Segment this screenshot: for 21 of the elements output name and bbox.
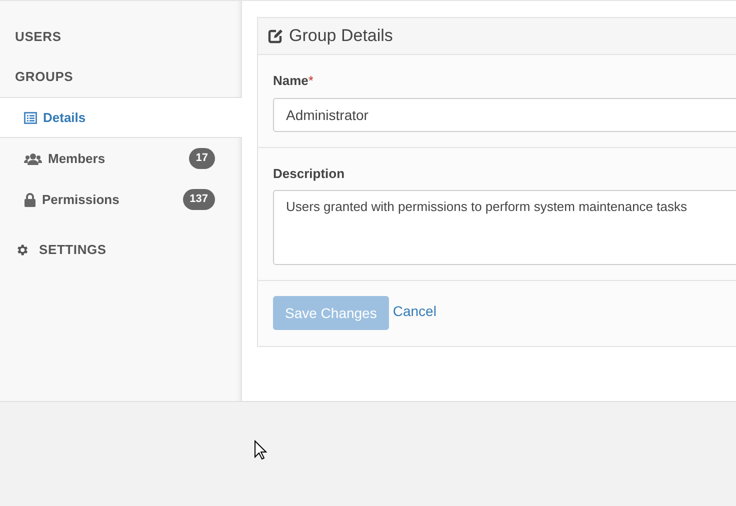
list-icon xyxy=(24,112,37,124)
settings-icon xyxy=(15,243,29,257)
sidebar-item[interactable]: Permissions 137 xyxy=(0,179,241,220)
name-field[interactable]: Administrator xyxy=(273,98,736,132)
section-heading[interactable]: SETTINGS xyxy=(39,240,106,260)
required-mark: * xyxy=(308,73,314,88)
users-icon xyxy=(24,152,42,164)
mouse-cursor-icon xyxy=(254,440,267,460)
count-badge: 17 xyxy=(188,148,215,169)
panel-title: Group Details xyxy=(289,25,393,48)
field-label: Name xyxy=(273,73,308,88)
field-label: Description xyxy=(273,166,345,180)
edit-icon xyxy=(268,28,283,44)
section-heading[interactable]: GROUPS xyxy=(15,67,74,87)
sidebar-item[interactable]: Members 17 xyxy=(0,138,241,179)
count-badge: 137 xyxy=(182,189,215,210)
cancel-link[interactable]: Cancel xyxy=(392,296,436,326)
description-field[interactable]: Users granted with permissions to perform system maintenance tasks xyxy=(273,190,736,265)
sidebar-item[interactable]: Details xyxy=(0,97,242,138)
section-heading[interactable]: USERS xyxy=(15,27,62,47)
lock-icon xyxy=(24,192,36,206)
